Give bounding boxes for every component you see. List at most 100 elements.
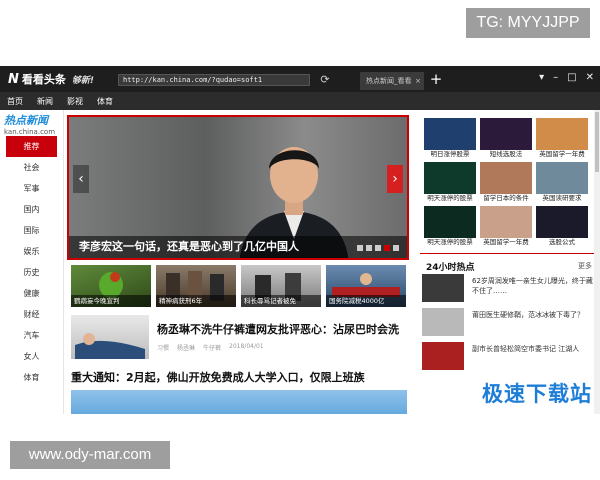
promo-caption: 选股公式	[549, 238, 575, 246]
nav-news[interactable]: 新闻	[30, 96, 60, 107]
brand-cn: 热点新闻	[4, 114, 48, 127]
promo-image	[424, 118, 476, 150]
promo-caption: 英国留学一年费	[539, 150, 585, 158]
promo-item[interactable]: 明天涨停的股票	[424, 206, 476, 247]
hot-more-link[interactable]: 更多	[578, 261, 592, 271]
site-watermark: www.ody-mar.com	[10, 441, 170, 469]
address-bar[interactable]: http://kan.china.com/?qudao=soft1	[118, 74, 310, 86]
promo-caption: 留学日本的条件	[483, 194, 529, 202]
thumb-caption: 国务院减税4000亿	[326, 295, 406, 307]
category-women[interactable]: 女人	[0, 346, 63, 367]
publish-date: 2018/04/01	[229, 343, 264, 350]
promo-item[interactable]: 短线选股法	[480, 118, 532, 159]
hot-item-text[interactable]: 62岁周润发唯一亲生女儿曝光，终于藏不住了……	[472, 276, 594, 296]
thumb-item[interactable]: 科长辱骂记者被免	[241, 265, 321, 307]
thumb-caption: 精神病获刑6年	[156, 295, 236, 307]
category-auto[interactable]: 汽车	[0, 325, 63, 346]
hot-item[interactable]: 副市长曾轻松简空市委书记 江湖人	[422, 342, 594, 370]
category-international[interactable]: 国际	[0, 220, 63, 241]
thumb-caption: 科长辱骂记者被免	[241, 295, 321, 307]
close-icon[interactable]: ✕	[586, 72, 594, 83]
category-sports[interactable]: 体育	[0, 367, 63, 388]
news-item-1-title[interactable]: 杨丞琳不洗牛仔裤遭网友批评恶心：沾尿巴时会洗	[157, 321, 399, 337]
promo-item[interactable]: 英国留学一年费	[536, 118, 588, 159]
promo-caption: 英国留学一年费	[483, 238, 529, 246]
nav-home[interactable]: 首页	[0, 96, 30, 107]
tab-close-icon[interactable]: ×	[415, 72, 421, 90]
sidebar-brand: 热点新闻 kan.china.com	[0, 110, 63, 136]
category-health[interactable]: 健康	[0, 283, 63, 304]
hot-item-text[interactable]: 副市长曾轻松简空市委书记 江湖人	[472, 344, 594, 354]
promo-image	[536, 162, 588, 194]
tag[interactable]: 杨丞琳	[177, 343, 195, 352]
thumb-row: 鹦鹉妄今晚宣判 精神病获刑6年 科长辱骂记者被免 国务院减税4000亿	[71, 265, 406, 307]
thumb-item[interactable]: 国务院减税4000亿	[326, 265, 406, 307]
app-logo: N 看看头条 够新!	[0, 71, 114, 87]
category-recommend[interactable]: 推荐	[6, 136, 57, 157]
hot-item[interactable]: 62岁周润发唯一亲生女儿曝光，终于藏不住了……	[422, 274, 594, 302]
headline-slider[interactable]: ‹ › 李彦宏这一句话，还真是恶心到了几亿中国人	[67, 115, 409, 260]
promo-item[interactable]: 英国留学一年费	[480, 206, 532, 247]
slider-dot-active[interactable]	[384, 245, 390, 251]
new-tab-button[interactable]: +	[428, 70, 444, 88]
tag[interactable]: 牛仔裤	[203, 343, 221, 352]
promo-item[interactable]: 明日涨停股票	[424, 118, 476, 159]
menu-icon[interactable]: ▾	[539, 72, 544, 83]
hot-item[interactable]: 莆田医生硬修鞘，范冰冰被下毒了？	[422, 308, 594, 336]
slider-dot[interactable]	[366, 245, 372, 251]
right-panel: 明日涨停股票 短线选股法 英国留学一年费 明天涨停的股票 留学日本的条件 英国读…	[420, 110, 600, 414]
promo-item[interactable]: 选股公式	[536, 206, 588, 247]
scrollbar-thumb[interactable]	[595, 112, 599, 172]
category-military[interactable]: 军事	[0, 178, 63, 199]
promo-image	[424, 206, 476, 238]
news-item-1[interactable]: 杨丞琳不洗牛仔裤遭网友批评恶心：沾尿巴时会洗 习惯 杨丞琳 牛仔裤 2018/0…	[71, 315, 407, 361]
promo-item[interactable]: 留学日本的条件	[480, 162, 532, 203]
nav-video[interactable]: 影视	[60, 96, 90, 107]
hot-item-image	[422, 274, 464, 302]
promo-item[interactable]: 明天涨停的股票	[424, 162, 476, 203]
tab-label: 热点新闻_看看	[366, 77, 412, 85]
promo-caption: 明日涨停股票	[430, 150, 470, 158]
category-finance[interactable]: 财经	[0, 304, 63, 325]
logo-mark: N	[8, 71, 19, 87]
nav-sports[interactable]: 体育	[90, 96, 120, 107]
maximize-icon[interactable]: □	[567, 72, 576, 83]
promo-caption: 短线选股法	[489, 150, 523, 158]
slider-prev-button[interactable]: ‹	[73, 165, 89, 193]
tag[interactable]: 习惯	[157, 343, 169, 352]
hot-section-title: 24小时热点	[426, 263, 475, 273]
category-society[interactable]: 社会	[0, 157, 63, 178]
slider-dots	[357, 245, 399, 251]
logo-text: 看看头条	[21, 73, 66, 86]
logo-slogan: 够新!	[71, 75, 94, 86]
slider-dot[interactable]	[357, 245, 363, 251]
slider-dot[interactable]	[393, 245, 399, 251]
category-entertainment[interactable]: 娱乐	[0, 241, 63, 262]
window-controls: ▾ – □ ✕	[539, 72, 594, 83]
promo-image	[536, 118, 588, 150]
browser-window: N 看看头条 够新! http://kan.china.com/?qudao=s…	[0, 66, 600, 414]
news-item-2-title[interactable]: 重大通知：2月起，佛山开放免费成人大学入口，仅限上班族	[71, 369, 365, 385]
hot-item-text[interactable]: 莆田医生硬修鞘，范冰冰被下毒了？	[472, 310, 594, 320]
brand-en: kan.china.com	[4, 128, 56, 136]
news-item-2-image[interactable]	[71, 390, 407, 414]
tg-watermark: TG: MYYJJPP	[466, 8, 590, 38]
slider-dot[interactable]	[375, 245, 381, 251]
slider-next-button[interactable]: ›	[387, 165, 403, 193]
promo-grid: 明日涨停股票 短线选股法 英国留学一年费 明天涨停的股票 留学日本的条件 英国读…	[424, 118, 588, 247]
minimize-icon[interactable]: –	[553, 72, 558, 83]
browser-tab[interactable]: 热点新闻_看看 ×	[360, 72, 424, 90]
promo-image	[480, 206, 532, 238]
scrollbar[interactable]	[594, 110, 600, 414]
category-domestic[interactable]: 国内	[0, 199, 63, 220]
nav-bar: 首页 新闻 影视 体育 联系我们 桌面快捷	[0, 92, 600, 146]
thumb-item[interactable]: 精神病获刑6年	[156, 265, 236, 307]
thumb-item[interactable]: 鹦鹉妄今晚宣判	[71, 265, 151, 307]
promo-image	[480, 162, 532, 194]
promo-item[interactable]: 英国读研要求	[536, 162, 588, 203]
category-sidebar: 热点新闻 kan.china.com 推荐 社会 军事 国内 国际 娱乐 历史 …	[0, 110, 64, 414]
promo-caption: 明天涨停的股票	[427, 238, 473, 246]
section-divider	[420, 253, 596, 254]
refresh-icon[interactable]: ⟳	[318, 73, 332, 87]
category-history[interactable]: 历史	[0, 262, 63, 283]
